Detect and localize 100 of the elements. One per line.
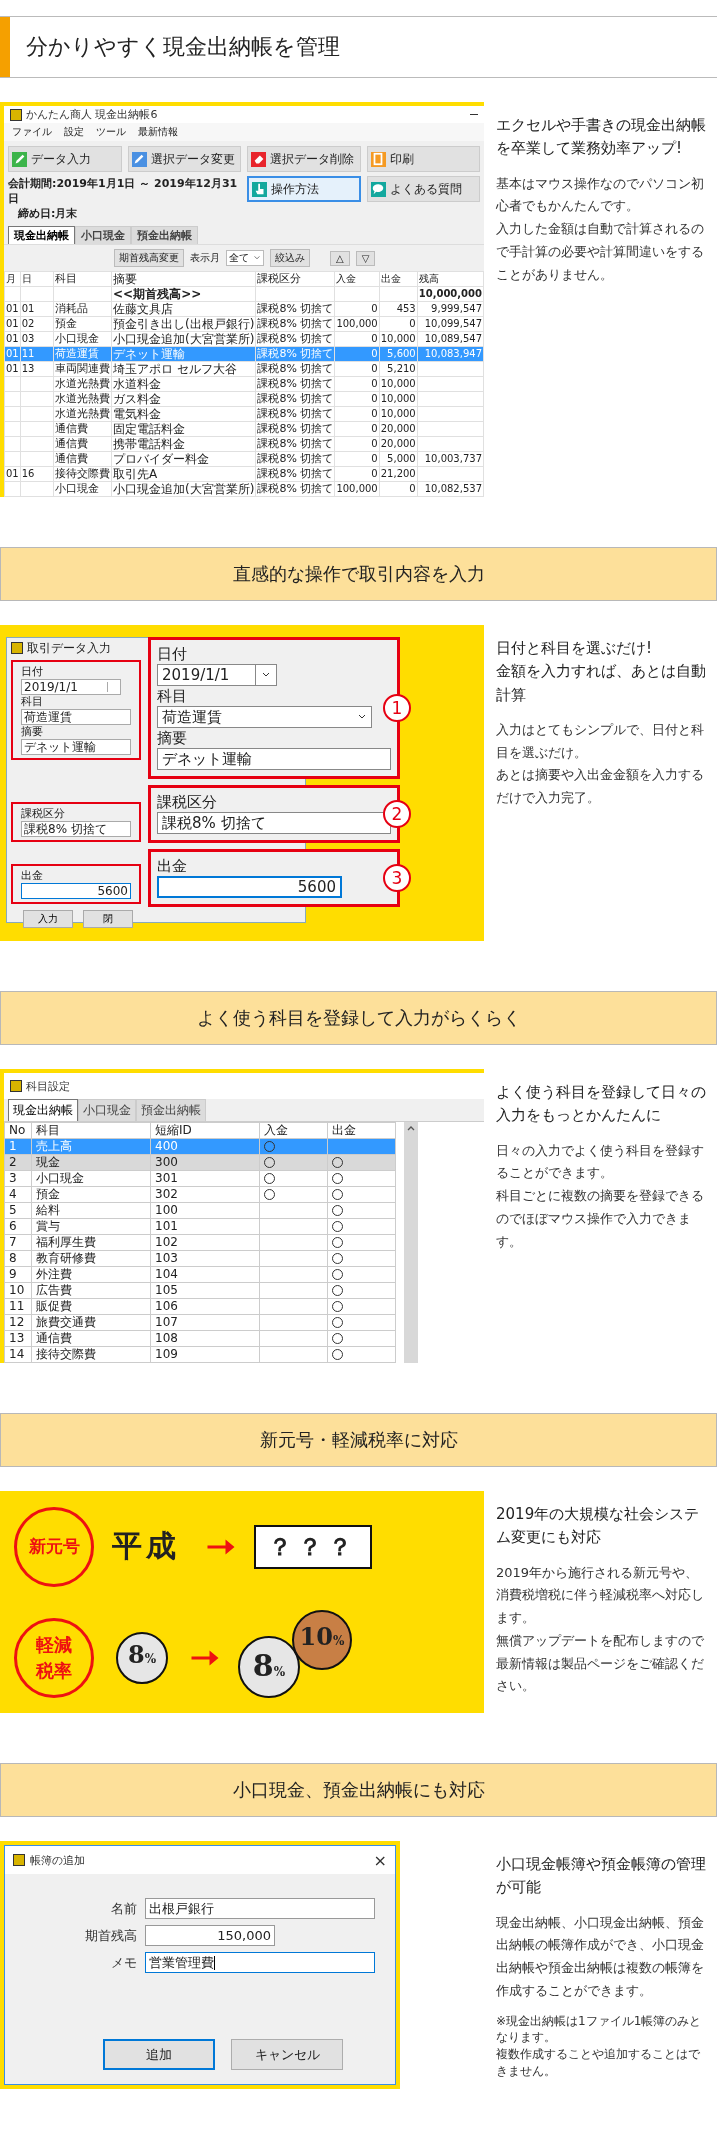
accent-bar bbox=[0, 17, 10, 77]
dialog-button[interactable]: 入力 bbox=[23, 910, 73, 928]
toolbar-button[interactable]: 操作方法 bbox=[247, 176, 361, 202]
field-label: 摘要 bbox=[21, 725, 43, 739]
toolbar-button[interactable]: 選択データ削除 bbox=[247, 146, 361, 172]
table-cell: 水道光熱費 bbox=[55, 407, 111, 420]
table-cell: 通信費 bbox=[55, 452, 89, 465]
window-title: かんたん商人 現金出納帳6 bbox=[26, 107, 158, 122]
tab[interactable]: 現金出納帳 bbox=[8, 226, 75, 244]
table-cell: 01 bbox=[6, 303, 19, 314]
table-cell: 300 bbox=[155, 1155, 178, 1169]
rate-number: 10 bbox=[299, 1621, 333, 1651]
table-row[interactable]: 3 小口現金 301 bbox=[4, 1170, 396, 1187]
toolbar-button[interactable]: 印刷 bbox=[366, 146, 480, 172]
table-cell: 108 bbox=[155, 1331, 178, 1345]
table-cell: 107 bbox=[155, 1315, 178, 1329]
table-row[interactable]: 01 16 接待交際費 取引先A 課税8% 切捨て 0 21,200 bbox=[4, 466, 484, 482]
table-cell: 0 bbox=[409, 318, 416, 329]
table-row[interactable]: 01 02 預金 預金引き出し(出根戸銀行) 課税8% 切捨て 100,000 0 10,099,547 bbox=[4, 316, 484, 332]
toolbar-button[interactable]: データ入力 bbox=[8, 146, 122, 172]
month-dropdown[interactable]: 全て bbox=[226, 250, 264, 266]
table-cell: 11 bbox=[9, 1299, 25, 1313]
table-row[interactable]: 8 教育研修費 103 bbox=[4, 1250, 396, 1267]
table-cell: 課税8% 切捨て bbox=[257, 482, 334, 495]
input-field[interactable]: 課税8% 切捨て bbox=[157, 812, 391, 834]
table-row[interactable]: 11 販促費 106 bbox=[4, 1298, 396, 1315]
era-name: 平成 bbox=[112, 1527, 181, 1565]
app-icon bbox=[13, 1854, 25, 1866]
menu-item[interactable]: 設定 bbox=[64, 125, 84, 139]
tab[interactable]: 現金出納帳 bbox=[8, 1099, 78, 1121]
table-row[interactable]: <<期首残高>> 10,000,000 bbox=[4, 286, 484, 302]
table-row[interactable]: 2 現金 300 bbox=[4, 1154, 396, 1171]
input-field[interactable]: 荷造運賃 bbox=[21, 709, 131, 725]
dialog-button[interactable]: 追加 bbox=[103, 2039, 215, 2070]
table-row[interactable]: 13 通信費 108 bbox=[4, 1330, 396, 1347]
description-text: 2019年から施行される新元号や、消費税増税に伴う軽減税率へ対応します。 無償アップデートを配布しますので最新情報は製品ページをご確認ください。 bbox=[496, 1563, 705, 1696]
table-row[interactable]: 14 接待交際費 109 bbox=[4, 1346, 396, 1363]
table-row[interactable]: 01 13 車両関連費 埼玉アポロ セルフ大谷 課税8% 切捨て 0 5,210 bbox=[4, 361, 484, 377]
scrollbar[interactable] bbox=[404, 1122, 418, 1363]
table-cell: 11 bbox=[21, 348, 35, 359]
tab[interactable]: 小口現金 bbox=[75, 226, 131, 244]
input-field[interactable]: 5600 bbox=[157, 876, 342, 898]
table-row[interactable]: 9 外注費 104 bbox=[4, 1266, 396, 1283]
table-cell: 課税8% 切捨て bbox=[257, 317, 334, 330]
field-label: 名前 bbox=[110, 1899, 137, 1918]
table-cell: 5,600 bbox=[387, 348, 416, 359]
table-row[interactable]: 12 旅費交通費 107 bbox=[4, 1314, 396, 1331]
input-field[interactable]: 150,000 bbox=[145, 1925, 275, 1946]
reset-balance-button[interactable]: 期首残高変更 bbox=[114, 249, 184, 267]
table-cell: 0 bbox=[371, 408, 378, 419]
table-row[interactable]: 小口現金 小口現金追加(大宮営業所) 課税8% 切捨て 100,000 0 10,082,537 bbox=[4, 481, 484, 497]
table-cell: 6 bbox=[9, 1219, 17, 1233]
dialog-button[interactable]: 閉 bbox=[83, 910, 133, 928]
table-row[interactable]: 6 賞与 101 bbox=[4, 1218, 396, 1235]
input-field[interactable]: 2019/1/1 bbox=[157, 664, 277, 686]
input-field[interactable]: 出根戸銀行 bbox=[145, 1898, 375, 1919]
input-field[interactable]: 課税8% 切捨て bbox=[21, 821, 131, 837]
input-field[interactable]: 荷造運賃 bbox=[157, 706, 372, 728]
input-field[interactable]: 営業管理費 bbox=[145, 1952, 375, 1973]
input-field[interactable]: デネット運輸 bbox=[157, 748, 391, 770]
move-down-button[interactable]: ▽ bbox=[355, 250, 376, 266]
note-text: ※現金出納帳は1ファイル1帳簿のみとなります。 複数作成することや追加することはできません。 bbox=[496, 2012, 703, 2080]
table-row[interactable]: 水道光熱費 ガス料金 課税8% 切捨て 0 10,000 bbox=[4, 391, 484, 407]
field-label: 課税区分 bbox=[157, 792, 218, 812]
table-cell: 電気料金 bbox=[113, 407, 162, 421]
table-cell: 01 bbox=[6, 348, 19, 359]
table-cell: 埼玉アポロ セルフ大谷 bbox=[113, 362, 237, 376]
move-up-button[interactable]: △ bbox=[330, 250, 350, 266]
table-cell: 課税8% 切捨て bbox=[257, 332, 334, 345]
table-cell: 旅費交通費 bbox=[36, 1315, 96, 1329]
tab[interactable]: 預金出納帳 bbox=[136, 1099, 206, 1121]
menu-item[interactable]: 最新情報 bbox=[138, 125, 178, 139]
menu-item[interactable]: ツール bbox=[96, 125, 126, 139]
table-row[interactable]: 10 広告費 105 bbox=[4, 1282, 396, 1299]
table-row[interactable]: 水道光熱費 水道料金 課税8% 切捨て 0 10,000 bbox=[4, 376, 484, 392]
dialog-button[interactable]: キャンセル bbox=[231, 2039, 343, 2070]
table-row[interactable]: 4 預金 302 bbox=[4, 1186, 396, 1203]
lead-text: 日付と科目を選ぶだけ! 金額を入力すれば、あとは自動計算 bbox=[496, 638, 707, 706]
tab[interactable]: 預金出納帳 bbox=[131, 226, 198, 244]
table-row[interactable]: 通信費 プロバイダー料金 課税8% 切捨て 0 5,000 10,003,737 bbox=[4, 451, 484, 467]
menu-item[interactable]: ファイル bbox=[12, 125, 52, 139]
table-row[interactable]: 5 給料 100 bbox=[4, 1202, 396, 1219]
table-row[interactable]: 01 01 消耗品 佐藤文具店 課税8% 切捨て 0 453 9,999,547 bbox=[4, 301, 484, 317]
toolbar-button[interactable]: 選択データ変更 bbox=[127, 146, 241, 172]
table-row[interactable]: 01 03 小口現金 小口現金追加(大宮営業所) 課税8% 切捨て 0 10,000 10,089,547 bbox=[4, 331, 484, 347]
table-row[interactable]: 水道光熱費 電気料金 課税8% 切捨て 0 10,000 bbox=[4, 406, 484, 422]
column-header: 残高 bbox=[417, 271, 484, 287]
table-row[interactable]: 通信費 固定電話料金 課税8% 切捨て 0 20,000 bbox=[4, 421, 484, 437]
table-cell: 10,000 bbox=[380, 408, 416, 419]
table-row[interactable]: 通信費 携帯電話料金 課税8% 切捨て 0 20,000 bbox=[4, 436, 484, 452]
table-cell: 課税8% 切捨て bbox=[257, 302, 334, 315]
table-cell: 5,210 bbox=[387, 363, 416, 374]
input-field[interactable]: 2019/1/1 bbox=[21, 679, 121, 695]
table-row[interactable]: 7 福利厚生費 102 bbox=[4, 1234, 396, 1251]
tab[interactable]: 小口現金 bbox=[78, 1099, 136, 1121]
filter-button[interactable]: 絞込み bbox=[270, 249, 310, 267]
input-field[interactable]: デネット運輸 bbox=[21, 739, 131, 755]
toolbar-button[interactable]: よくある質問 bbox=[366, 176, 480, 202]
input-field[interactable]: 5600 bbox=[21, 883, 131, 899]
close-button[interactable]: × bbox=[373, 1850, 387, 1870]
